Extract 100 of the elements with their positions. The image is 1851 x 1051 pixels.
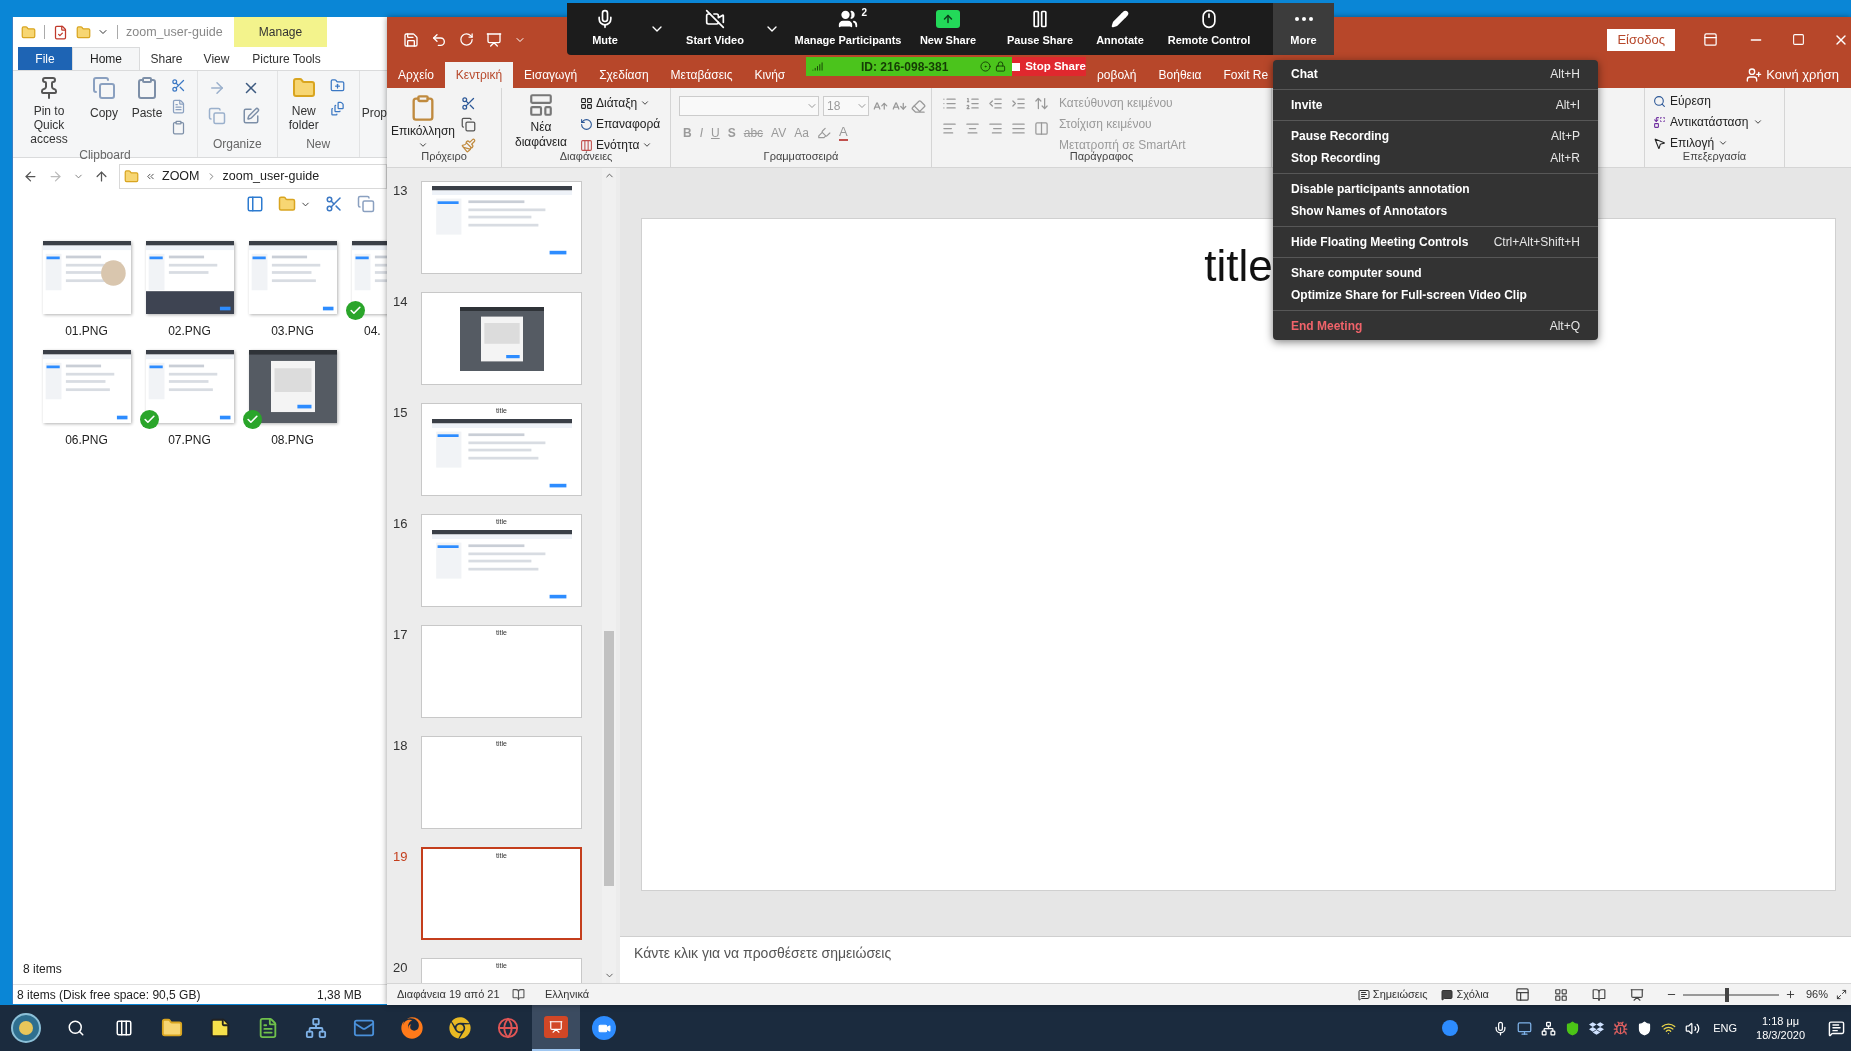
cut-icon[interactable] [325,195,343,213]
menu-item[interactable]: Disable participants annotation [1273,178,1598,200]
language-indicator[interactable]: ENG [1713,1019,1738,1037]
redo-icon[interactable] [459,32,474,47]
ribbon-tab[interactable]: Share [140,47,193,70]
ribbon-tab[interactable]: Εισαγωγή [513,62,589,88]
file-name[interactable]: 03.PNG [271,322,314,340]
ribbon-tab[interactable]: Picture Tools [240,47,333,70]
menu-item[interactable]: Optimize Share for Full-screen Video Clip [1273,284,1598,306]
comments-button[interactable]: Σχόλια [1441,986,1489,1003]
notifications-icon[interactable] [1828,1019,1845,1037]
find-button[interactable]: Εύρεση [1653,92,1784,110]
ribbon-tab[interactable]: Μεταβάσεις [659,62,744,88]
line-spacing-icon[interactable] [1034,96,1049,111]
undo-icon[interactable] [431,31,447,48]
ribbon-tab[interactable]: Κεντρική [444,62,514,88]
columns-icon[interactable] [1034,121,1049,136]
menu-item[interactable]: Share computer sound [1273,262,1598,284]
file-name[interactable]: 01.PNG [65,322,108,340]
file-name[interactable]: 06.PNG [65,431,108,449]
fit-slide-icon[interactable] [1836,989,1847,1000]
notes-button[interactable]: Σημειώσεις [1357,986,1428,1003]
spelling-icon[interactable] [512,988,525,1001]
align-right-icon[interactable] [988,121,1003,136]
rename-icon[interactable] [242,107,261,125]
preview-pane-icon[interactable] [246,195,264,213]
ribbon-tab[interactable]: Home [72,47,140,70]
numbering-icon[interactable] [965,96,980,111]
bug-icon[interactable] [1613,1020,1629,1036]
properties-icon[interactable] [53,24,68,40]
reset-button[interactable]: Επαναφορά [580,115,661,133]
ribbon-tab[interactable]: Σχεδίαση [588,62,660,88]
increase-indent-icon[interactable] [1011,96,1026,111]
slideshow-icon[interactable] [486,31,502,48]
ribbon-tab[interactable]: View [193,47,240,70]
network-icon[interactable] [1541,1020,1557,1036]
file-name[interactable]: 04. [344,322,381,340]
cut-icon[interactable] [461,96,476,111]
security-icon[interactable] [1637,1020,1653,1036]
ribbon-tab[interactable]: ροβολή [1086,62,1148,88]
clear-formatting-icon[interactable] [911,98,926,114]
reading-view-icon[interactable] [1591,987,1606,1002]
new-folder-button[interactable]: New folder [281,76,326,132]
toolbar-button[interactable]: Annotate [1095,3,1145,55]
zoom-slider[interactable] [1680,987,1781,1002]
layout-button[interactable]: Διάταξη [580,94,661,112]
toolbar-button[interactable]: Pause Share [985,3,1095,55]
copy-icon[interactable] [461,117,476,132]
address-bar[interactable]: ZOOM zoom_user-guide [119,164,387,189]
justify-icon[interactable] [1011,121,1026,136]
wifi-icon[interactable] [1661,1020,1677,1036]
pin-to-quick-access-button[interactable]: Pin to Quick access [17,76,81,146]
paste-shortcut-icon[interactable] [171,120,186,135]
file-name[interactable]: 07.PNG [168,431,211,449]
sign-in-button[interactable]: Είσοδος [1607,28,1675,51]
menu-item[interactable]: Chat Alt+H [1273,63,1598,85]
menu-item[interactable]: Pause Recording Alt+P [1273,125,1598,147]
slide-sorter-icon[interactable] [1553,987,1568,1002]
zoom-percentage[interactable]: 96% [1805,986,1828,1003]
font-name-field[interactable] [679,96,819,116]
slide-thumbnail[interactable] [421,181,582,274]
language-label[interactable]: Ελληνικά [545,986,590,1003]
toolbar-button[interactable]: 2 Manage Participants [785,3,911,55]
file-name[interactable]: 02.PNG [168,322,211,340]
new-item-icon[interactable] [329,78,345,93]
stop-share-button[interactable]: Stop Share [1012,57,1086,76]
slider-thumb[interactable] [1725,987,1730,1002]
shield-icon[interactable] [1565,1020,1581,1036]
copy-button[interactable]: Copy [85,76,123,122]
scroll-thumb[interactable] [604,631,614,886]
zoom-tray-icon[interactable] [1442,1020,1459,1036]
dropbox-icon[interactable] [1589,1020,1605,1036]
zoom-in-icon[interactable] [1784,989,1796,1000]
ribbon-tab[interactable]: File [18,47,72,70]
replace-button[interactable]: Αντικατάσταση [1653,113,1784,131]
format-painter-icon[interactable] [461,138,476,153]
cut-icon[interactable] [171,78,186,93]
file-name[interactable]: 08.PNG [271,431,314,449]
easy-access-icon[interactable] [329,101,345,116]
decrease-indent-icon[interactable] [988,96,1003,111]
slideshow-icon[interactable] [1629,987,1644,1002]
ribbon-display-icon[interactable] [1703,32,1718,47]
menu-item[interactable]: Hide Floating Meeting Controls Ctrl+Alt+Shift+H [1273,231,1598,253]
menu-item[interactable]: Invite Alt+I [1273,94,1598,116]
share-button[interactable]: Κοινή χρήση [1746,62,1851,88]
save-icon[interactable] [403,31,419,48]
highlight-icon[interactable] [816,126,831,140]
bullets-icon[interactable] [942,96,957,111]
monitor-icon[interactable] [1517,1020,1533,1036]
ribbon-tab[interactable]: Κινήσ [743,62,797,88]
ribbon-tab[interactable]: Αρχείο [387,62,445,88]
ribbon-tab[interactable]: Βοήθεια [1147,62,1213,88]
menu-item[interactable]: Stop Recording Alt+R [1273,147,1598,169]
paste-button[interactable]: Paste [127,76,167,122]
microphone-icon[interactable] [1493,1020,1509,1036]
slide-thumbnail[interactable] [421,292,582,385]
toolbar-button[interactable]: Remote Control [1145,3,1273,55]
maximize-icon[interactable] [1792,33,1805,46]
select-button[interactable]: Επιλογή [1653,134,1784,152]
toolbar-button[interactable]: New Share [911,3,985,55]
